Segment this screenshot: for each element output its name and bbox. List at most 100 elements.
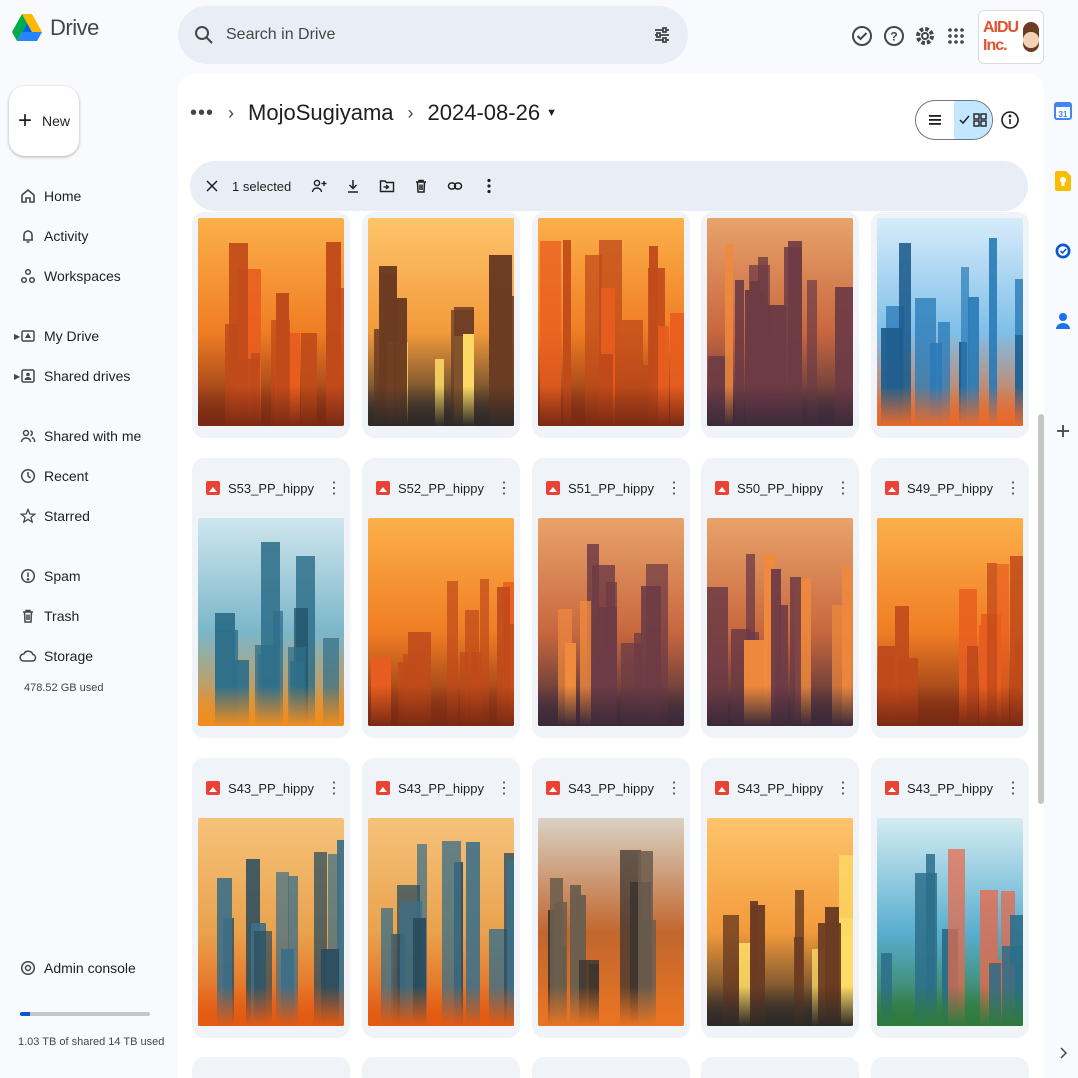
settings-gear-icon[interactable]: [909, 20, 941, 52]
account-button[interactable]: AIDU Inc.: [978, 10, 1044, 64]
file-card[interactable]: [701, 1057, 859, 1078]
file-card[interactable]: S43_PP_hippy st... ⋮: [871, 758, 1029, 1038]
file-card[interactable]: S51_PP_hippy st... ⋮: [532, 458, 690, 738]
grid-view-button[interactable]: [954, 101, 992, 139]
file-card[interactable]: S49_PP_hippy st... ⋮: [871, 458, 1029, 738]
add-app-plus-icon[interactable]: [1048, 416, 1078, 446]
file-card[interactable]: S43_PP_hippy st... ⋮: [701, 758, 859, 1038]
file-card[interactable]: [871, 212, 1029, 438]
image-file-icon: [376, 481, 390, 495]
file-more-kebab-icon[interactable]: ⋮: [664, 478, 684, 498]
thumbnail-foreground: [198, 986, 344, 1026]
tasks-app-icon[interactable]: [1048, 236, 1078, 266]
offline-ready-icon[interactable]: [846, 20, 878, 52]
file-thumbnail: [368, 818, 514, 1026]
share-person-add-icon[interactable]: [305, 172, 333, 200]
file-more-kebab-icon[interactable]: ⋮: [324, 478, 344, 498]
file-thumbnail: [198, 518, 344, 726]
sidebar-item-activity[interactable]: Activity: [12, 220, 88, 252]
expand-caret-icon[interactable]: ▶: [14, 372, 20, 381]
main-scrollbar[interactable]: [1038, 414, 1044, 804]
file-card[interactable]: [532, 212, 690, 438]
trash-icon: [12, 608, 44, 624]
copy-link-icon[interactable]: [441, 172, 469, 200]
file-card[interactable]: S43_PP_hippy st... ⋮: [532, 758, 690, 1038]
file-card[interactable]: [362, 1057, 520, 1078]
sidebar-item-spam[interactable]: Spam: [12, 560, 81, 592]
file-more-kebab-icon[interactable]: ⋮: [833, 778, 853, 798]
file-name: S43_PP_hippy st...: [568, 780, 656, 796]
file-card[interactable]: [362, 212, 520, 438]
trash-icon[interactable]: [407, 172, 435, 200]
sidebar-item-shared-drives[interactable]: ▶ Shared drives: [12, 360, 130, 392]
file-name: S43_PP_hippy st...: [737, 780, 825, 796]
file-card[interactable]: [192, 1057, 350, 1078]
file-card[interactable]: S52_PP_hippy st... ⋮: [362, 458, 520, 738]
file-card[interactable]: [532, 1057, 690, 1078]
thumbnail-foreground: [198, 386, 344, 426]
svg-text:31: 31: [1059, 110, 1068, 119]
file-thumbnail: [538, 818, 684, 1026]
file-name: S43_PP_hippy st...: [228, 780, 316, 796]
home-icon: [12, 188, 44, 204]
file-more-kebab-icon[interactable]: ⋮: [1003, 778, 1023, 798]
sidebar-item-starred[interactable]: Starred: [12, 500, 90, 532]
breadcrumb-parent[interactable]: MojoSugiyama: [248, 100, 394, 126]
image-file-icon: [546, 781, 560, 795]
help-icon[interactable]: ?: [878, 20, 910, 52]
keep-app-icon[interactable]: [1048, 166, 1078, 196]
sidebar-item-recent[interactable]: Recent: [12, 460, 88, 492]
file-more-kebab-icon[interactable]: ⋮: [494, 478, 514, 498]
file-card[interactable]: [871, 1057, 1029, 1078]
thumbnail-foreground: [707, 686, 853, 726]
file-card[interactable]: [701, 212, 859, 438]
file-thumbnail: [198, 818, 344, 1026]
list-view-button[interactable]: [916, 101, 954, 139]
drive-logo[interactable]: Drive: [12, 14, 99, 42]
collapse-panel-chevron-icon[interactable]: [1048, 1038, 1078, 1068]
storage-used-text: 478.52 GB used: [24, 682, 104, 694]
info-icon[interactable]: [998, 108, 1022, 132]
file-card[interactable]: S53_PP_hippy st... ⋮: [192, 458, 350, 738]
sidebar-item-workspaces[interactable]: Workspaces: [12, 260, 121, 292]
account-label: AIDU Inc.: [983, 19, 1019, 54]
sidebar-item-storage[interactable]: Storage: [12, 640, 93, 672]
search-icon[interactable]: [194, 25, 214, 45]
new-button[interactable]: + New: [9, 86, 79, 156]
search-options-icon[interactable]: [652, 25, 672, 45]
admin-console-link[interactable]: Admin console: [12, 952, 136, 984]
move-to-folder-icon[interactable]: [373, 172, 401, 200]
file-more-kebab-icon[interactable]: ⋮: [494, 778, 514, 798]
file-card[interactable]: S50_PP_hippy st... ⋮: [701, 458, 859, 738]
file-more-kebab-icon[interactable]: ⋮: [324, 778, 344, 798]
download-icon[interactable]: [339, 172, 367, 200]
search-input[interactable]: [214, 26, 652, 44]
search-bar[interactable]: [178, 6, 688, 64]
contacts-app-icon[interactable]: [1048, 306, 1078, 336]
apps-grid-icon[interactable]: [940, 20, 972, 52]
file-more-kebab-icon[interactable]: ⋮: [833, 478, 853, 498]
clear-selection-close-icon[interactable]: [198, 172, 226, 200]
sidebar-item-label: Storage: [44, 648, 94, 664]
sidebar-item-my-drive[interactable]: ▶ My Drive: [12, 320, 99, 352]
file-more-kebab-icon[interactable]: ⋮: [1003, 478, 1023, 498]
bell-icon: [12, 228, 44, 244]
sidebar-item-shared-with-me[interactable]: Shared with me: [12, 420, 141, 452]
avatar: [1023, 22, 1039, 52]
file-card[interactable]: [192, 212, 350, 438]
sidebar-item-label: Activity: [44, 228, 89, 244]
file-thumbnail: [707, 818, 853, 1026]
workspaces-icon: [12, 268, 44, 284]
file-card-header: S50_PP_hippy st... ⋮: [701, 458, 859, 518]
file-card[interactable]: S43_PP_hippy st... ⋮: [362, 758, 520, 1038]
calendar-app-icon[interactable]: 31: [1048, 96, 1078, 126]
more-actions-kebab-icon[interactable]: [475, 172, 503, 200]
expand-caret-icon[interactable]: ▶: [14, 332, 20, 341]
file-thumbnail: [368, 218, 514, 426]
file-more-kebab-icon[interactable]: ⋮: [664, 778, 684, 798]
breadcrumb-current-folder[interactable]: 2024-08-26 ▼: [428, 100, 557, 126]
breadcrumb-more-button[interactable]: •••: [190, 102, 214, 125]
sidebar-item-trash[interactable]: Trash: [12, 600, 79, 632]
sidebar-item-home[interactable]: Home: [12, 180, 81, 212]
file-card[interactable]: S43_PP_hippy st... ⋮: [192, 758, 350, 1038]
